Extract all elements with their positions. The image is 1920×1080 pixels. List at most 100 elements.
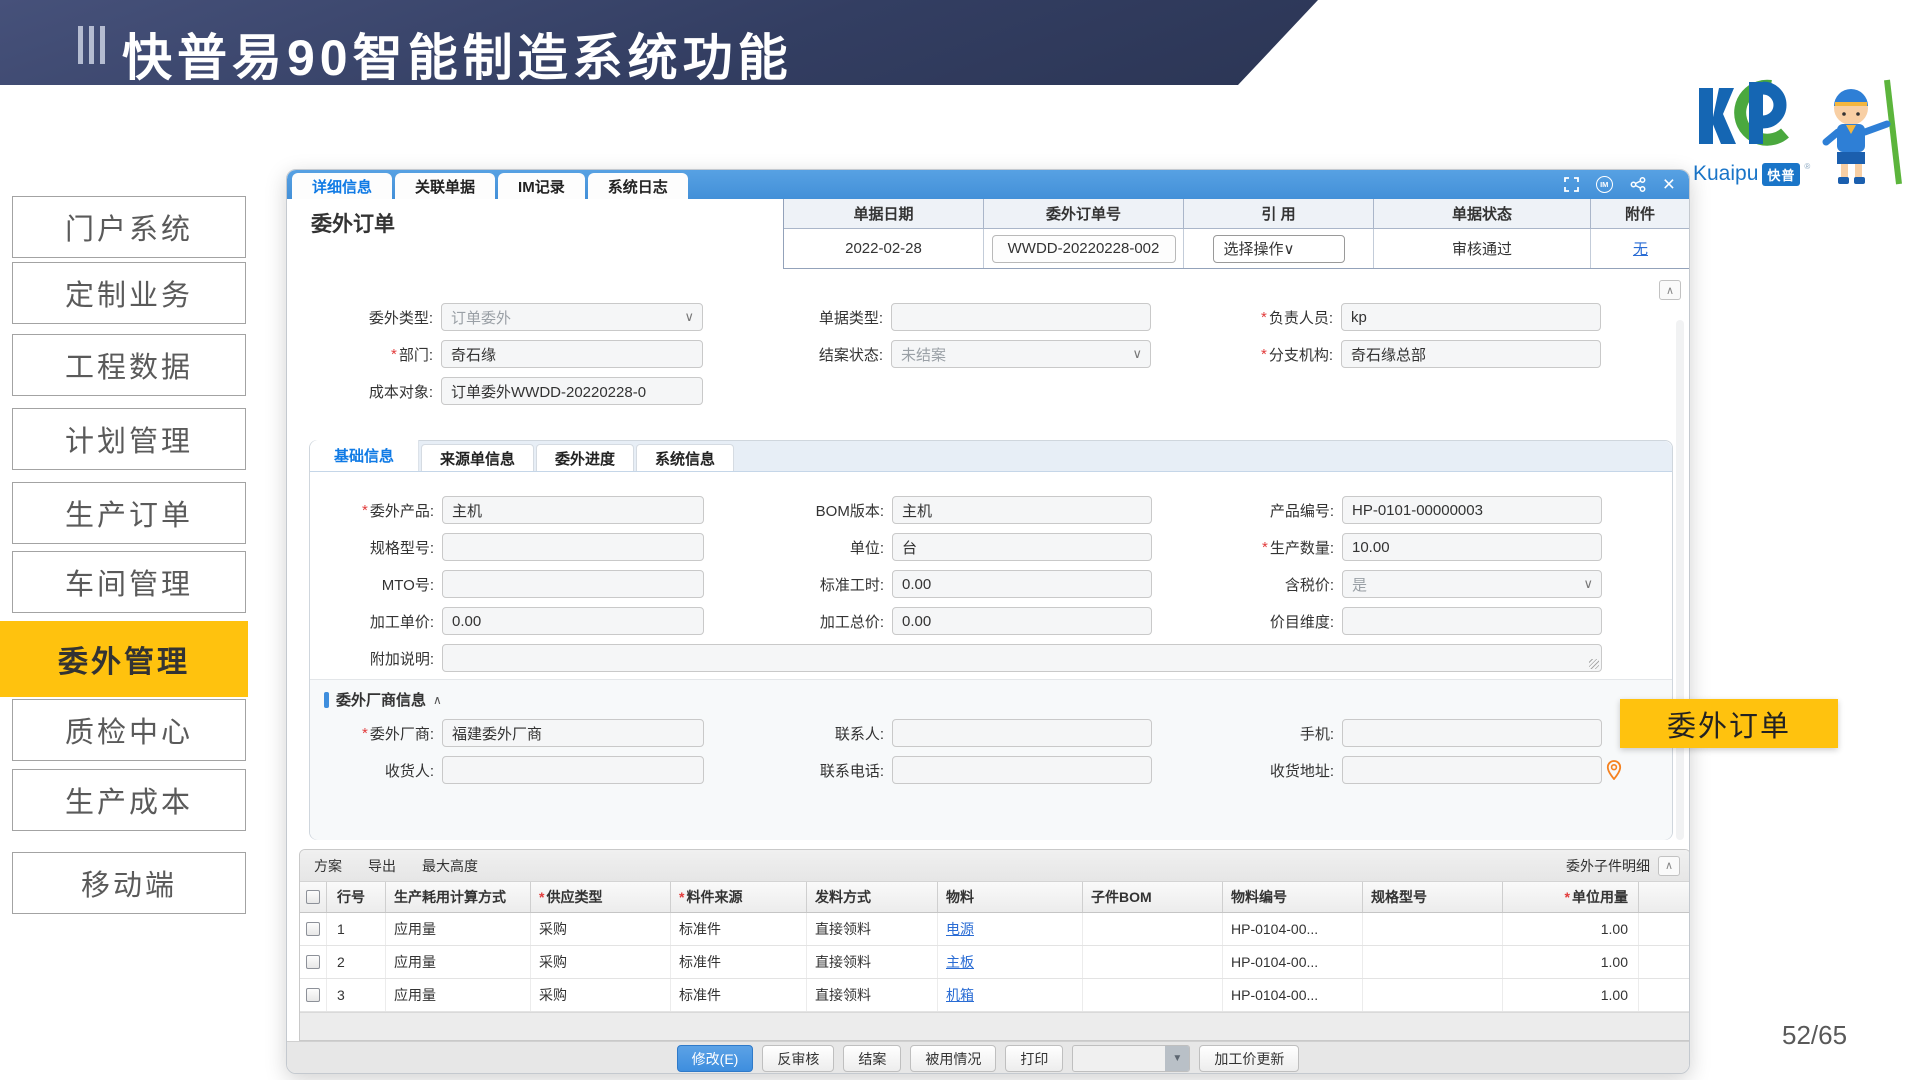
form-row: 规格型号: 单位: 台 *生产数量: 10.00 — [310, 533, 1672, 561]
collapse-form-button[interactable]: ∧ — [1659, 280, 1681, 300]
sidebar-item-production-order[interactable]: 生产订单 — [12, 482, 246, 544]
col-material-source: *料件来源 — [671, 882, 807, 912]
col-material-code: 物料编号 — [1223, 882, 1363, 912]
doc-col-status: 单据状态 — [1374, 199, 1591, 229]
fullscreen-icon[interactable] — [1564, 177, 1579, 192]
row-checkbox[interactable] — [306, 955, 320, 969]
usage-button[interactable]: 被用情况 — [910, 1045, 996, 1072]
tax-incl-select[interactable]: 是∨ — [1342, 570, 1602, 598]
subtab-progress[interactable]: 委外进度 — [536, 444, 634, 471]
grid-tool-export[interactable]: 导出 — [368, 856, 396, 876]
title-bars-icon — [78, 26, 105, 64]
table-row: 3 应用量 采购 标准件 直接领料 机箱 HP-0104-00... 1.00 — [300, 979, 1690, 1012]
slide-title: 快普易90智能制造系统功能 — [122, 18, 793, 90]
sidebar-item-production-cost[interactable]: 生产成本 — [12, 769, 246, 831]
subtab-source-doc[interactable]: 来源单信息 — [421, 444, 534, 471]
kuaipu-logo-mark: Kuaipu 快普 ® — [1693, 74, 1813, 200]
table-row: 1 应用量 采购 标准件 直接领料 电源 HP-0104-00... 1.00 — [300, 913, 1690, 946]
detail-panel: 基础信息 来源单信息 委外进度 系统信息 *委外产品: 主机 BOM版本: 主机… — [309, 440, 1673, 840]
std-hours-input[interactable]: 0.00 — [892, 570, 1152, 598]
window-tab-bar: 详细信息 关联单据 IM记录 系统日志 IM × — [287, 170, 1689, 199]
qty-input[interactable]: 10.00 — [1342, 533, 1602, 561]
share-icon[interactable] — [1630, 177, 1646, 192]
modify-button[interactable]: 修改(E) — [677, 1045, 754, 1072]
total-price-input[interactable]: 0.00 — [892, 607, 1152, 635]
resize-handle-icon[interactable] — [1589, 659, 1599, 669]
close-case-button[interactable]: 结案 — [843, 1045, 901, 1072]
material-link[interactable]: 主板 — [946, 952, 974, 972]
grid-header-row: 行号 生产耗用计算方式 *供应类型 *料件来源 发料方式 物料 子件BOM 物料… — [300, 882, 1690, 913]
grid-tool-max-height[interactable]: 最大高度 — [422, 856, 478, 876]
sidebar-item-portal[interactable]: 门户系统 — [12, 196, 246, 258]
col-calc-method: 生产耗用计算方式 — [386, 882, 531, 912]
unit-price-input[interactable]: 0.00 — [442, 607, 704, 635]
form-row: 委外类型: 订单委外∨ 单据类型: *负责人员: kp — [287, 303, 1689, 331]
tab-system-log[interactable]: 系统日志 — [588, 173, 688, 199]
outsource-type-select[interactable]: 订单委外∨ — [441, 303, 703, 331]
row-checkbox[interactable] — [306, 988, 320, 1002]
vendor-input[interactable]: 福建委外厂商 — [442, 719, 704, 747]
sidebar-item-quality-center[interactable]: 质检中心 — [12, 699, 246, 761]
price-dim-input[interactable] — [1342, 607, 1602, 635]
note-textarea[interactable] — [442, 644, 1602, 672]
collapse-section-icon[interactable]: ∧ — [433, 693, 442, 707]
sidebar-item-custom-business[interactable]: 定制业务 — [12, 262, 246, 324]
collapse-grid-button[interactable]: ∧ — [1658, 856, 1680, 876]
select-all-checkbox[interactable] — [306, 890, 320, 904]
department-input[interactable]: 奇石缘 — [441, 340, 703, 368]
product-input[interactable]: 主机 — [442, 496, 704, 524]
attachment-link[interactable]: 无 — [1633, 238, 1648, 259]
unaudit-button[interactable]: 反审核 — [762, 1045, 834, 1072]
tab-related-docs[interactable]: 关联单据 — [395, 173, 495, 199]
tab-im-records[interactable]: IM记录 — [498, 173, 585, 199]
close-status-select[interactable]: 未结案∨ — [891, 340, 1151, 368]
row-checkbox[interactable] — [306, 922, 320, 936]
form-row: *委外产品: 主机 BOM版本: 主机 产品编号: HP-0101-000000… — [310, 496, 1672, 524]
sidebar-item-mobile[interactable]: 移动端 — [12, 852, 246, 914]
bom-version-input[interactable]: 主机 — [892, 496, 1152, 524]
unit-input[interactable]: 台 — [892, 533, 1152, 561]
sub-tab-bar: 基础信息 来源单信息 委外进度 系统信息 — [310, 441, 1672, 472]
sidebar-item-plan-management[interactable]: 计划管理 — [12, 408, 246, 470]
mascot-illustration — [1813, 74, 1908, 194]
doc-type-input[interactable] — [891, 303, 1151, 331]
callout-label: 委外订单 — [1620, 699, 1838, 748]
order-no-input[interactable]: WWDD-20220228-002 — [992, 235, 1176, 263]
product-no-input[interactable]: HP-0101-00000003 — [1342, 496, 1602, 524]
subtab-basic-info[interactable]: 基础信息 — [310, 440, 419, 471]
mobile-input[interactable] — [1342, 719, 1602, 747]
manager-input[interactable]: kp — [1341, 303, 1601, 331]
branch-input[interactable]: 奇石缘总部 — [1341, 340, 1601, 368]
mto-input[interactable] — [442, 570, 704, 598]
phone-input[interactable] — [892, 756, 1152, 784]
form-row: *委外厂商: 福建委外厂商 联系人: 手机: — [310, 719, 1672, 747]
material-link[interactable]: 机箱 — [946, 985, 974, 1005]
contact-input[interactable] — [892, 719, 1152, 747]
print-button[interactable]: 打印 — [1005, 1045, 1063, 1072]
chevron-down-icon: ∨ — [1583, 576, 1593, 592]
dropdown-arrow-icon: ▼ — [1165, 1046, 1189, 1071]
sidebar-item-engineering-data[interactable]: 工程数据 — [12, 334, 246, 396]
spec-input[interactable] — [442, 533, 704, 561]
close-icon[interactable]: × — [1663, 174, 1675, 195]
doc-col-order-no: 委外订单号 — [984, 199, 1184, 229]
table-row: 2 应用量 采购 标准件 直接领料 主板 HP-0104-00... 1.00 — [300, 946, 1690, 979]
receiver-input[interactable] — [442, 756, 704, 784]
sidebar-item-outsourcing[interactable]: 委外管理 — [0, 621, 248, 697]
col-supply-type: *供应类型 — [531, 882, 671, 912]
doc-col-attachment: 附件 — [1591, 199, 1690, 229]
doc-date-value: 2022-02-28 — [784, 229, 984, 268]
material-link[interactable]: 电源 — [946, 919, 974, 939]
form-row: 附加说明: — [310, 644, 1672, 672]
location-pin-icon[interactable] — [1606, 760, 1622, 785]
address-input[interactable] — [1342, 756, 1602, 784]
im-icon[interactable]: IM — [1596, 176, 1613, 193]
reference-select[interactable]: 选择操作∨ — [1213, 235, 1345, 263]
update-price-button[interactable]: 加工价更新 — [1199, 1045, 1299, 1072]
more-actions-dropdown[interactable]: ▼ — [1072, 1045, 1190, 1072]
sidebar-item-workshop[interactable]: 车间管理 — [12, 551, 246, 613]
tab-detail-info[interactable]: 详细信息 — [292, 173, 392, 199]
cost-object-input[interactable]: 订单委外WWDD-20220228-0 — [441, 377, 703, 405]
grid-tool-scheme[interactable]: 方案 — [314, 856, 342, 876]
subtab-system-info[interactable]: 系统信息 — [636, 444, 734, 471]
